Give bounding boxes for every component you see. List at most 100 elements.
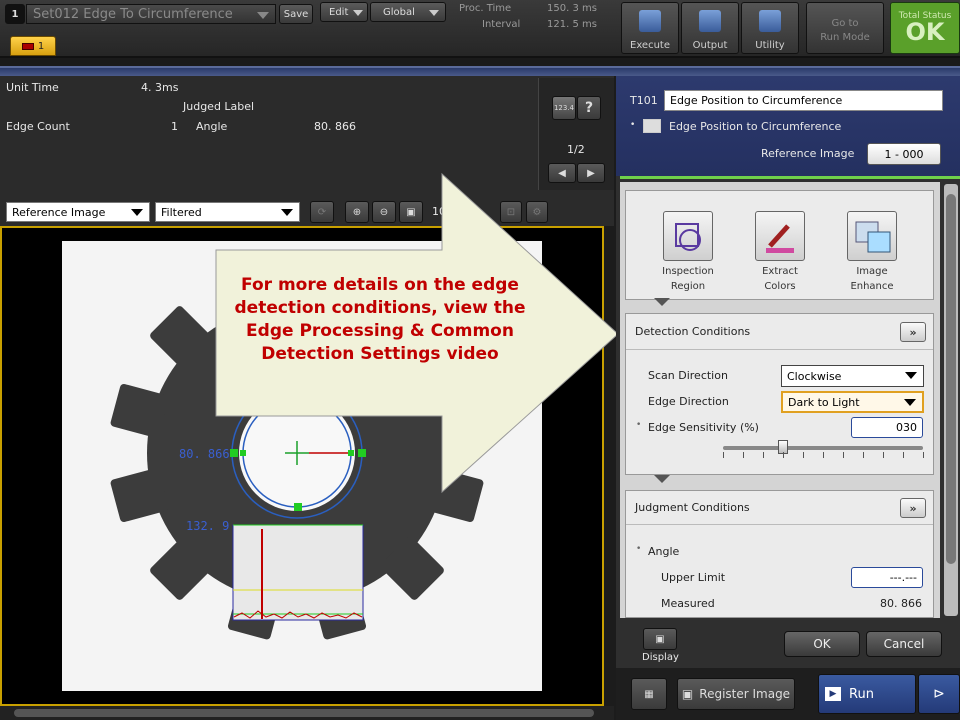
display-label: Display — [642, 652, 679, 663]
save-button[interactable]: Save — [279, 4, 313, 24]
slider-tick — [843, 452, 844, 458]
edge-count-value: 1 — [171, 120, 178, 133]
judgment-expand-button[interactable]: » — [900, 498, 926, 518]
setting-selector[interactable]: Set012 Edge To Circumference — [26, 4, 276, 24]
judged-label-header: Judged Label — [183, 100, 255, 113]
detection-expand-button[interactable]: » — [900, 322, 926, 342]
inspection-region-label: Inspection Region — [662, 266, 714, 292]
play-settings-icon: ⊳ — [933, 686, 945, 702]
tool-type-label: Edge Position to Circumference — [669, 120, 842, 133]
edge-sensitivity-label: Edge Sensitivity (%) — [648, 421, 759, 434]
setting-name: Set012 Edge To Circumference — [33, 6, 233, 22]
slider-tick — [883, 452, 884, 458]
run-settings-button[interactable]: ⊳ — [918, 674, 960, 714]
utility-button[interactable]: Utility — [741, 2, 799, 54]
double-chevron-right-icon: » — [909, 325, 917, 339]
extract-colors-icon — [766, 224, 794, 253]
interval-value: 121. 5 ms — [547, 19, 597, 30]
inspection-region-icon — [675, 223, 701, 251]
utility-label: Utility — [755, 40, 785, 51]
extract-colors-label: Extract Colors — [762, 266, 798, 292]
execute-label: Execute — [630, 40, 670, 51]
chevron-down-icon — [905, 372, 917, 379]
bullet-icon: • — [636, 544, 642, 554]
judgment-conditions-title: Judgment Conditions — [635, 501, 750, 514]
measured-label: Measured — [661, 597, 715, 610]
upper-limit-input[interactable]: ---.--- — [851, 567, 923, 588]
global-label: Global — [383, 6, 415, 18]
angle-judgment-label: Angle — [648, 545, 680, 558]
scan-direction-select[interactable]: Clockwise — [781, 365, 924, 387]
camera-tab[interactable]: 1 — [10, 36, 56, 56]
numeric-display-button[interactable]: 123.4 — [552, 96, 576, 120]
tool-name-input[interactable]: Edge Position to Circumference — [664, 90, 943, 111]
utility-icon — [759, 10, 781, 32]
ok-button[interactable]: OK — [784, 631, 860, 657]
play-icon: ▶ — [825, 687, 841, 701]
image-enhance-label: Image Enhance — [850, 266, 894, 292]
scrollbar-thumb[interactable] — [14, 709, 594, 717]
image-select-value: Reference Image — [12, 205, 106, 219]
global-menu[interactable]: Global — [370, 2, 446, 22]
run-mode-button[interactable]: Go to Run Mode — [806, 2, 884, 54]
callout-text: For more details on the edge detection c… — [234, 275, 526, 364]
cancel-button[interactable]: Cancel — [866, 631, 942, 657]
sub-bar — [0, 58, 960, 66]
run-button[interactable]: ▶ Run — [818, 674, 916, 714]
angle-label: Angle — [196, 120, 228, 133]
unit-time-label: Unit Time — [6, 81, 59, 94]
edit-label: Edit — [329, 6, 349, 18]
measured-value: 80. 866 — [880, 597, 922, 610]
run-label: Run — [849, 686, 874, 702]
execute-button[interactable]: Execute — [621, 2, 679, 54]
profile-overlay-label: 132. 9 — [186, 519, 229, 533]
panel-pointer-icon — [654, 298, 670, 306]
chevron-down-icon — [131, 209, 143, 216]
inspection-region-button[interactable] — [663, 211, 713, 261]
edge-direction-label: Edge Direction — [648, 395, 729, 408]
image-enhance-button[interactable] — [847, 211, 897, 261]
proc-time-value: 150. 3 ms — [547, 3, 597, 14]
edit-menu[interactable]: Edit — [320, 2, 368, 22]
extract-colors-button[interactable] — [755, 211, 805, 261]
edge-count-label: Edge Count — [6, 120, 70, 133]
tool-id: T101 — [630, 94, 658, 107]
reference-image-label: Reference Image — [761, 147, 855, 160]
register-image-button[interactable]: ▣ Register Image — [677, 678, 795, 710]
reference-image-select[interactable]: 1 - 000 — [867, 143, 941, 165]
edge-direction-select[interactable]: Dark to Light — [781, 391, 924, 413]
edge-sensitivity-input[interactable]: 030 — [851, 417, 923, 438]
chevron-down-icon — [353, 10, 363, 16]
slider-tick — [763, 452, 764, 458]
camera-icon — [21, 42, 34, 50]
slider-tick — [803, 452, 804, 458]
slider-tick — [723, 452, 724, 458]
edge-sensitivity-slider-track[interactable] — [723, 446, 923, 450]
edge-direction-value: Dark to Light — [788, 395, 860, 409]
image-scrollbar[interactable] — [0, 706, 614, 720]
total-status-value: OK — [905, 18, 945, 46]
bullet-icon: • — [630, 120, 636, 130]
proc-time-label: Proc. Time — [459, 3, 512, 14]
bullet-icon: • — [636, 420, 642, 430]
layout-button[interactable]: ▦ — [631, 678, 667, 710]
detection-conditions-title: Detection Conditions — [635, 325, 751, 338]
filter-select-value: Filtered — [161, 205, 202, 219]
help-button[interactable]: ? — [577, 96, 601, 120]
chevron-down-icon — [429, 10, 439, 16]
display-button[interactable]: ▣ — [643, 628, 677, 650]
upper-limit-label: Upper Limit — [661, 571, 726, 584]
output-button[interactable]: Output — [681, 2, 739, 54]
settings-scrollbar-thumb[interactable] — [946, 194, 956, 564]
settings-scrollbar[interactable] — [944, 184, 958, 616]
output-label: Output — [692, 40, 728, 51]
angle-value: 80. 866 — [314, 120, 356, 133]
image-enhance-icon — [855, 221, 891, 253]
image-select[interactable]: Reference Image — [6, 202, 150, 222]
page-indicator: 1/2 — [567, 143, 585, 156]
scan-direction-label: Scan Direction — [648, 369, 728, 382]
slider-tick — [823, 452, 824, 458]
camera-tab-label: 1 — [37, 40, 45, 52]
handle-bottom[interactable] — [294, 503, 302, 511]
display-icon: ▣ — [655, 633, 665, 645]
